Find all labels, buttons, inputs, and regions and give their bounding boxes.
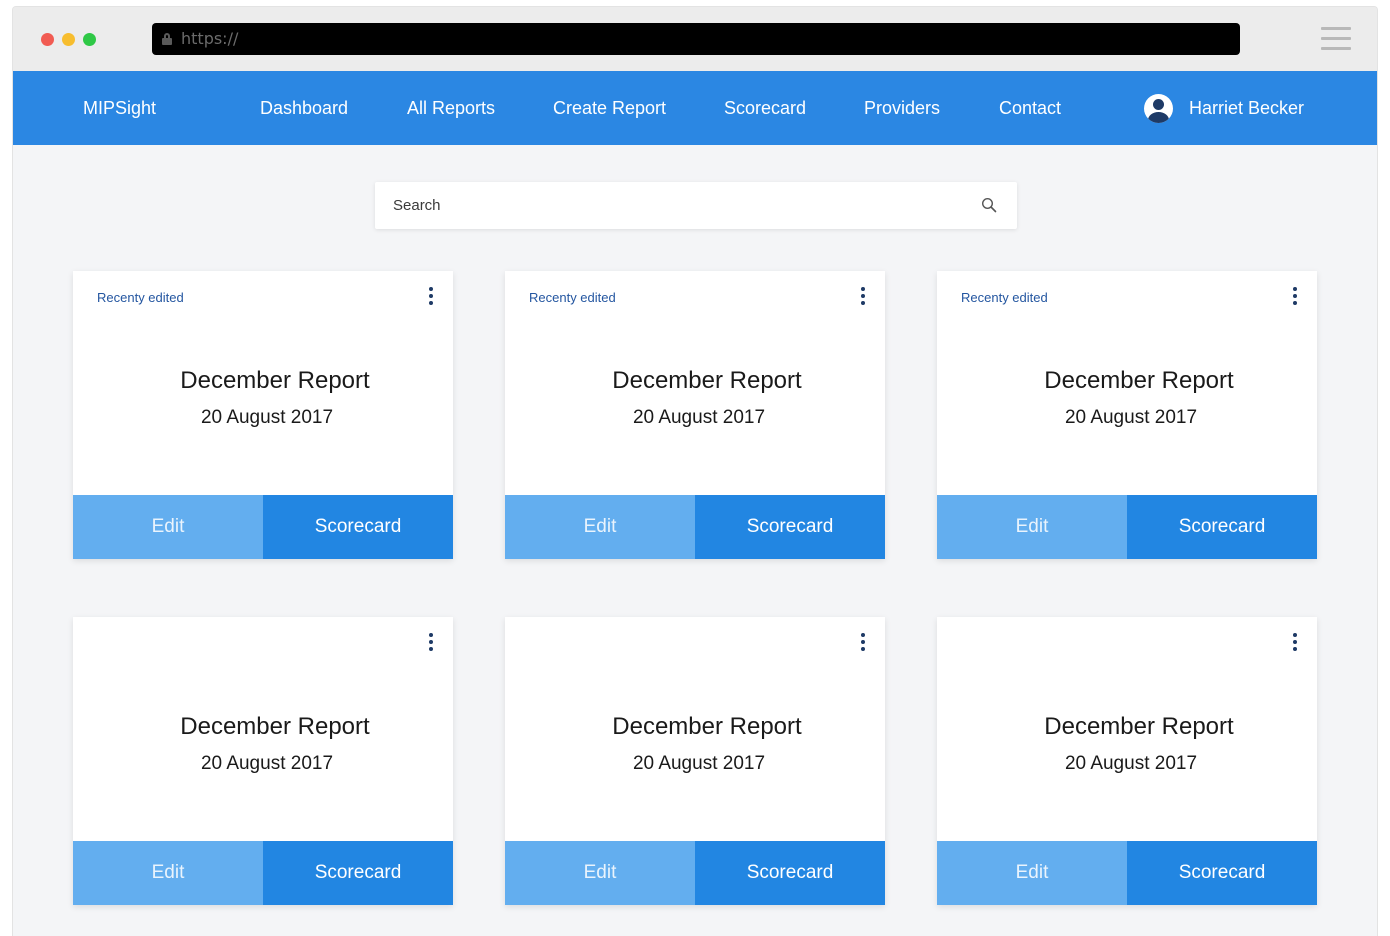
report-card: December Report 20 August 2017 Edit Scor…	[73, 617, 453, 905]
user-name[interactable]: Harriet Becker	[1189, 71, 1304, 145]
recently-edited-tag: Recenty edited	[97, 290, 184, 305]
report-title: December Report	[180, 367, 370, 394]
more-options-icon[interactable]	[857, 287, 869, 309]
report-card: Recenty edited December Report 20 August…	[73, 271, 453, 559]
report-date: 20 August 2017	[200, 407, 334, 428]
nav-item-all-reports[interactable]: All Reports	[407, 71, 495, 145]
address-bar[interactable]: https://	[152, 23, 1240, 55]
edit-button[interactable]: Edit	[505, 495, 695, 559]
scorecard-button[interactable]: Scorecard	[1127, 841, 1317, 905]
nav-item-create-report[interactable]: Create Report	[553, 71, 666, 145]
brand-logo-text[interactable]: MIPSight	[83, 71, 156, 145]
report-date: 20 August 2017	[1064, 753, 1198, 774]
report-date: 20 August 2017	[200, 753, 334, 774]
nav-item-scorecard[interactable]: Scorecard	[724, 71, 806, 145]
report-date: 20 August 2017	[632, 753, 766, 774]
browser-window: https:// MIPSight Dashboard All Reports …	[12, 6, 1378, 936]
close-window-dot[interactable]	[41, 33, 54, 46]
recently-edited-tag: Recenty edited	[961, 290, 1048, 305]
edit-button[interactable]: Edit	[73, 495, 263, 559]
report-card: December Report 20 August 2017 Edit Scor…	[505, 617, 885, 905]
search-icon[interactable]	[981, 197, 997, 213]
report-card: Recenty edited December Report 20 August…	[505, 271, 885, 559]
report-title: December Report	[1044, 367, 1234, 394]
scorecard-button[interactable]: Scorecard	[1127, 495, 1317, 559]
more-options-icon[interactable]	[857, 633, 869, 655]
more-options-icon[interactable]	[425, 633, 437, 655]
report-card: Recenty edited December Report 20 August…	[937, 271, 1317, 559]
more-options-icon[interactable]	[1289, 287, 1301, 309]
search-input[interactable]	[375, 182, 1017, 229]
scorecard-button[interactable]: Scorecard	[263, 841, 453, 905]
nav-item-contact[interactable]: Contact	[999, 71, 1061, 145]
edit-button[interactable]: Edit	[937, 841, 1127, 905]
more-options-icon[interactable]	[1289, 633, 1301, 655]
report-title: December Report	[612, 367, 802, 394]
user-avatar-icon[interactable]	[1144, 94, 1173, 123]
scorecard-button[interactable]: Scorecard	[695, 495, 885, 559]
report-date: 20 August 2017	[1064, 407, 1198, 428]
browser-menu-icon[interactable]	[1321, 27, 1351, 51]
edit-button[interactable]: Edit	[73, 841, 263, 905]
scorecard-button[interactable]: Scorecard	[263, 495, 453, 559]
edit-button[interactable]: Edit	[505, 841, 695, 905]
report-date: 20 August 2017	[632, 407, 766, 428]
report-title: December Report	[1044, 713, 1234, 740]
search-box	[375, 182, 1017, 229]
nav-item-dashboard[interactable]: Dashboard	[260, 71, 348, 145]
report-title: December Report	[612, 713, 802, 740]
browser-chrome: https://	[13, 7, 1377, 71]
edit-button[interactable]: Edit	[937, 495, 1127, 559]
recently-edited-tag: Recenty edited	[529, 290, 616, 305]
url-text: https://	[181, 29, 239, 48]
lock-icon	[162, 33, 172, 45]
nav-item-providers[interactable]: Providers	[864, 71, 940, 145]
scorecard-button[interactable]: Scorecard	[695, 841, 885, 905]
maximize-window-dot[interactable]	[83, 33, 96, 46]
top-navbar: MIPSight Dashboard All Reports Create Re…	[13, 71, 1377, 145]
report-title: December Report	[180, 713, 370, 740]
more-options-icon[interactable]	[425, 287, 437, 309]
minimize-window-dot[interactable]	[62, 33, 75, 46]
report-card: December Report 20 August 2017 Edit Scor…	[937, 617, 1317, 905]
